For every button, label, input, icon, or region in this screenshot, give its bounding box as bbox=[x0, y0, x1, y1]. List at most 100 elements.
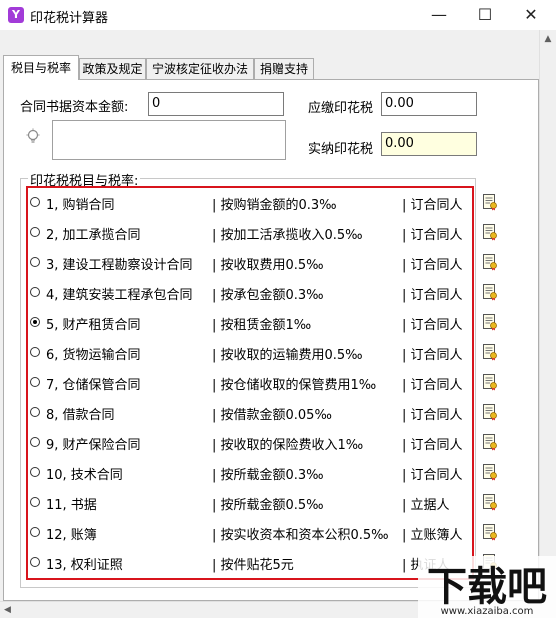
certificate-icon[interactable] bbox=[482, 223, 498, 241]
tax-item-radio[interactable] bbox=[30, 527, 40, 537]
tax-item-taxpayer: | 立账簿人 bbox=[402, 528, 463, 543]
payable-tax-label: 应缴印花税 bbox=[308, 101, 374, 116]
tax-item-name: 4, 建筑安装工程承包合同 bbox=[46, 288, 193, 303]
tab-ningbo-rules[interactable]: 宁波核定征收办法 bbox=[146, 58, 254, 79]
minimize-button[interactable]: — bbox=[416, 0, 462, 30]
certificate-icon[interactable] bbox=[482, 313, 498, 331]
tax-item-radio[interactable] bbox=[30, 407, 40, 417]
tax-item-basis: | 按件贴花5元 bbox=[212, 558, 294, 573]
app-icon: Y bbox=[8, 7, 24, 23]
tax-item-row[interactable]: 11, 书据 | 按所载金额0.5‰ | 立据人 bbox=[30, 488, 470, 518]
tax-item-taxpayer: | 订合同人 bbox=[402, 288, 463, 303]
certificate-icon[interactable] bbox=[482, 343, 498, 361]
tab-tax-items[interactable]: 税目与税率 bbox=[3, 55, 79, 80]
tax-item-row[interactable]: 13, 权利证照| 按件贴花5元| 执证人 bbox=[30, 548, 470, 578]
tax-item-radio[interactable] bbox=[30, 227, 40, 237]
tax-item-basis: | 按所载金额0.5‰ bbox=[212, 498, 324, 513]
certificate-icon[interactable] bbox=[482, 433, 498, 451]
tax-item-name: 11, 书据 bbox=[46, 498, 97, 513]
svg-text:www.xiazaiba.com: www.xiazaiba.com bbox=[441, 606, 534, 617]
tax-item-basis: | 按所载金额0.3‰ bbox=[212, 468, 324, 483]
tax-item-basis: | 按租赁金额1‰ bbox=[212, 318, 312, 333]
certificate-icon[interactable] bbox=[482, 463, 498, 481]
tax-item-row[interactable]: 12, 账簿 | 按实收资本和资本公积0.5‰ | 立账簿人 bbox=[30, 518, 470, 548]
capital-amount-input[interactable]: 0 bbox=[148, 92, 284, 116]
tax-item-row[interactable]: 4, 建筑安装工程承包合同 | 按承包金额0.3‰ | 订合同人 bbox=[30, 278, 470, 308]
certificate-icon[interactable] bbox=[482, 253, 498, 271]
certificate-icon[interactable] bbox=[482, 493, 498, 511]
tax-item-radio[interactable] bbox=[30, 197, 40, 207]
vertical-scrollbar[interactable]: ▲ bbox=[539, 30, 556, 604]
paid-tax-label: 实纳印花税 bbox=[308, 142, 374, 157]
scroll-left-icon[interactable]: ◀ bbox=[4, 605, 11, 615]
capital-amount-label: 合同书据资本金额: bbox=[20, 100, 129, 115]
tax-item-name: 12, 账簿 bbox=[46, 528, 97, 543]
certificate-icon[interactable] bbox=[482, 283, 498, 301]
tax-item-name: 3, 建设工程勘察设计合同 bbox=[46, 258, 193, 273]
tax-item-taxpayer: | 订合同人 bbox=[402, 318, 463, 333]
close-button[interactable]: ✕ bbox=[508, 0, 554, 30]
tax-item-basis: | 按加工活承揽收入0.5‰ bbox=[212, 228, 363, 243]
tax-item-taxpayer: | 订合同人 bbox=[402, 348, 463, 363]
tax-item-taxpayer: | 订合同人 bbox=[402, 228, 463, 243]
tax-item-name: 9, 财产保险合同 bbox=[46, 438, 141, 453]
tax-item-row[interactable]: 3, 建设工程勘察设计合同 | 按收取费用0.5‰ | 订合同人 bbox=[30, 248, 470, 278]
tax-item-name: 10, 技术合同 bbox=[46, 468, 123, 483]
tax-item-radio[interactable] bbox=[30, 377, 40, 387]
tab-donate[interactable]: 捐赠支持 bbox=[254, 58, 314, 79]
paid-tax-field: 0.00 bbox=[381, 132, 477, 156]
tax-item-radio[interactable] bbox=[30, 317, 40, 327]
tax-item-radio[interactable] bbox=[30, 497, 40, 507]
tax-item-name: 8, 借款合同 bbox=[46, 408, 115, 423]
tax-item-basis: | 按收取的保险费收入1‰ bbox=[212, 438, 364, 453]
tax-item-taxpayer: | 订合同人 bbox=[402, 378, 463, 393]
tax-item-basis: | 按收取的运输费用0.5‰ bbox=[212, 348, 363, 363]
tax-item-name: 7, 仓储保管合同 bbox=[46, 378, 141, 393]
tax-item-row[interactable]: 6, 货物运输合同 | 按收取的运输费用0.5‰ | 订合同人 bbox=[30, 338, 470, 368]
tax-item-basis: | 按承包金额0.3‰ bbox=[212, 288, 324, 303]
certificate-icon[interactable] bbox=[482, 523, 498, 541]
lightbulb-icon bbox=[25, 128, 41, 146]
tax-item-row[interactable]: 7, 仓储保管合同 | 按仓储收取的保管费用1‰ | 订合同人 bbox=[30, 368, 470, 398]
tax-item-basis: | 按购销金额的0.3‰ bbox=[212, 198, 337, 213]
tip-box bbox=[52, 120, 286, 160]
certificate-icon[interactable] bbox=[482, 373, 498, 391]
tax-item-taxpayer: | 订合同人 bbox=[402, 408, 463, 423]
tax-item-radio[interactable] bbox=[30, 437, 40, 447]
tax-item-radio[interactable] bbox=[30, 557, 40, 567]
payable-tax-field: 0.00 bbox=[381, 92, 477, 116]
tax-item-basis: | 按仓储收取的保管费用1‰ bbox=[212, 378, 377, 393]
tax-item-name: 6, 货物运输合同 bbox=[46, 348, 141, 363]
window-title: 印花税计算器 bbox=[30, 11, 109, 26]
tax-item-taxpayer: | 立据人 bbox=[402, 498, 450, 513]
tax-item-row[interactable]: 10, 技术合同 | 按所载金额0.3‰ | 订合同人 bbox=[30, 458, 470, 488]
scroll-up-icon[interactable]: ▲ bbox=[540, 34, 556, 44]
tax-item-row[interactable]: 9, 财产保险合同 | 按收取的保险费收入1‰ | 订合同人 bbox=[30, 428, 470, 458]
tax-item-basis: | 按收取费用0.5‰ bbox=[212, 258, 324, 273]
tax-item-radio[interactable] bbox=[30, 347, 40, 357]
tax-item-basis: | 按实收资本和资本公积0.5‰ bbox=[212, 528, 389, 543]
tax-item-name: 2, 加工承揽合同 bbox=[46, 228, 141, 243]
title-bar: Y 印花税计算器 — ☐ ✕ bbox=[0, 0, 556, 30]
tax-item-taxpayer: | 订合同人 bbox=[402, 258, 463, 273]
tax-item-row[interactable]: 2, 加工承揽合同 | 按加工活承揽收入0.5‰ | 订合同人 bbox=[30, 218, 470, 248]
tax-item-name: 5, 财产租赁合同 bbox=[46, 318, 141, 333]
tax-item-basis: | 按借款金额0.05‰ bbox=[212, 408, 332, 423]
tax-item-row[interactable]: 5, 财产租赁合同 | 按租赁金额1‰ | 订合同人 bbox=[30, 308, 470, 338]
tax-item-row[interactable]: 1, 购销合同 | 按购销金额的0.3‰ | 订合同人 bbox=[30, 188, 470, 218]
certificate-icon[interactable] bbox=[482, 193, 498, 211]
maximize-button[interactable]: ☐ bbox=[462, 0, 508, 30]
tax-item-taxpayer: | 订合同人 bbox=[402, 198, 463, 213]
tax-item-radio[interactable] bbox=[30, 287, 40, 297]
svg-text:下载吧: 下载吧 bbox=[427, 564, 547, 610]
certificate-icon[interactable] bbox=[482, 403, 498, 421]
tax-item-radio[interactable] bbox=[30, 257, 40, 267]
tax-item-name: 1, 购销合同 bbox=[46, 198, 115, 213]
tax-item-taxpayer: | 订合同人 bbox=[402, 438, 463, 453]
tax-item-row[interactable]: 8, 借款合同 | 按借款金额0.05‰ | 订合同人 bbox=[30, 398, 470, 428]
watermark-logo: 下载吧 www.xiazaiba.com bbox=[418, 556, 556, 618]
tax-item-radio[interactable] bbox=[30, 467, 40, 477]
tax-item-taxpayer: | 订合同人 bbox=[402, 468, 463, 483]
tax-item-name: 13, 权利证照 bbox=[46, 558, 123, 573]
tab-policy[interactable]: 政策及规定 bbox=[79, 58, 146, 79]
